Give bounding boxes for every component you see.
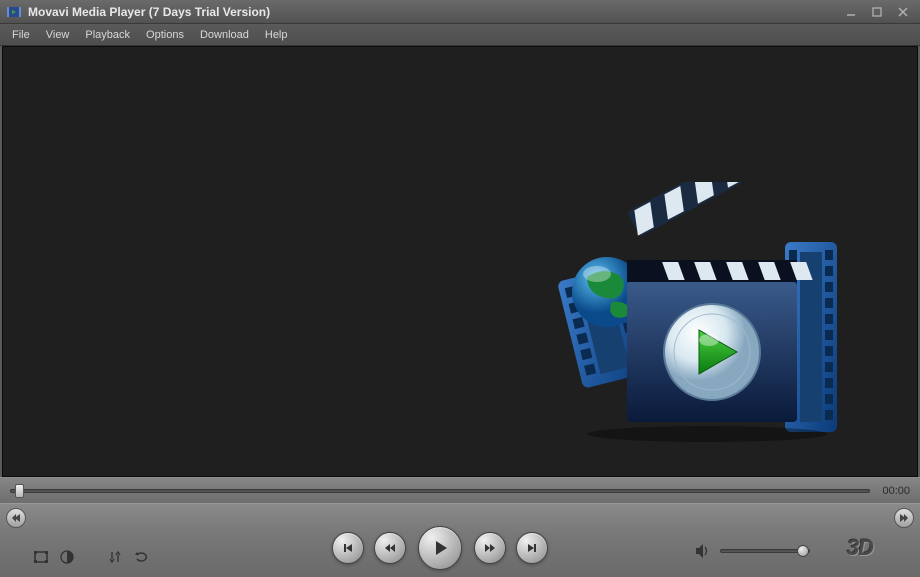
seek-thumb[interactable] <box>15 484 24 498</box>
seek-slider[interactable] <box>10 489 870 493</box>
next-button[interactable] <box>516 532 548 564</box>
time-display: 00:00 <box>882 485 910 497</box>
expand-left-button[interactable] <box>6 508 26 528</box>
titlebar: Movavi Media Player (7 Days Trial Versio… <box>0 0 920 24</box>
volume-control <box>694 542 810 560</box>
3d-button[interactable]: 3D <box>830 534 890 562</box>
repeat-button[interactable] <box>130 546 152 568</box>
forward-button[interactable] <box>474 532 506 564</box>
fullscreen-button[interactable] <box>30 546 52 568</box>
video-area[interactable] <box>2 46 918 477</box>
app-icon <box>6 4 22 20</box>
window-title: Movavi Media Player (7 Days Trial Versio… <box>28 5 840 19</box>
menu-view[interactable]: View <box>38 26 78 44</box>
close-button[interactable] <box>892 3 914 21</box>
menubar: File View Playback Options Download Help <box>0 24 920 46</box>
volume-thumb[interactable] <box>797 545 809 557</box>
minimize-button[interactable] <box>840 3 862 21</box>
rewind-button[interactable] <box>374 532 406 564</box>
menu-download[interactable]: Download <box>192 26 257 44</box>
menu-playback[interactable]: Playback <box>77 26 138 44</box>
seekbar-area: 00:00 <box>0 477 920 503</box>
previous-button[interactable] <box>332 532 364 564</box>
menu-help[interactable]: Help <box>257 26 296 44</box>
menu-options[interactable]: Options <box>138 26 192 44</box>
volume-slider[interactable] <box>720 549 810 553</box>
controls-area: 3D <box>0 503 920 577</box>
expand-right-button[interactable] <box>894 508 914 528</box>
maximize-button[interactable] <box>866 3 888 21</box>
logo-artwork <box>537 182 857 442</box>
speaker-icon[interactable] <box>694 542 712 560</box>
play-button[interactable] <box>418 526 462 570</box>
contrast-button[interactable] <box>56 546 78 568</box>
menu-file[interactable]: File <box>4 26 38 44</box>
shuffle-button[interactable] <box>104 546 126 568</box>
